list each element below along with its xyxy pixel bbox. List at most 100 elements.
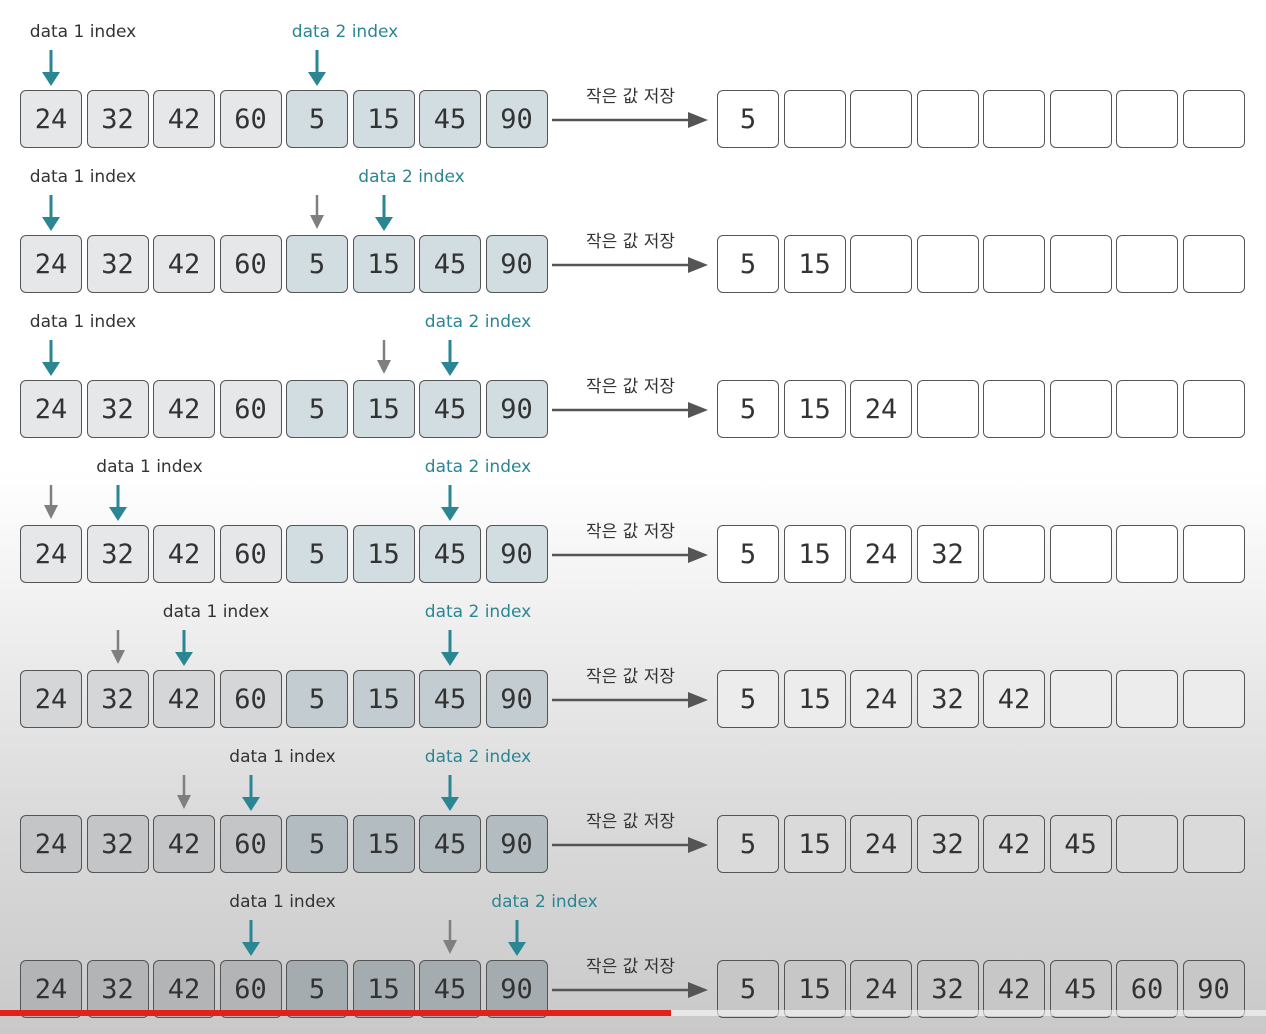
output-array-cell: 15 xyxy=(783,815,846,873)
output-array-cell xyxy=(1049,235,1112,293)
output-array-cell: 24 xyxy=(850,670,912,728)
output-array-cell: 15 xyxy=(783,525,846,583)
store-smaller-caption: 작은 값 저장 xyxy=(586,377,676,397)
output-array-cell: 15 xyxy=(783,235,846,293)
store-smaller-caption: 작은 값 저장 xyxy=(586,957,676,977)
output-array-cell xyxy=(1182,815,1245,873)
input-array-cell: 5 xyxy=(286,815,348,873)
merge-step-row: data 1 index data 2 index 24 32 42 60 5 15 45 90 작… xyxy=(0,0,1266,148)
input-array-cell: 5 xyxy=(286,380,348,438)
input-array-cell: 45 xyxy=(419,380,481,438)
right-arrow-icon xyxy=(552,837,708,853)
data1-pointer-icon xyxy=(42,50,60,86)
right-arrow-icon xyxy=(552,692,708,708)
output-array-cell xyxy=(1116,235,1178,293)
data1-pointer-icon xyxy=(175,630,193,666)
input-array-cell: 15 xyxy=(352,90,415,148)
input-array-cell: 42 xyxy=(153,815,215,873)
input-array-cell: 90 xyxy=(485,235,548,293)
data1-pointer-icon xyxy=(241,920,260,956)
merge-step-row: data 1 index data 2 index 24 32 42 60 5 15 45 90 작… xyxy=(0,870,1266,1018)
data2-index-label: data 2 index xyxy=(424,312,532,332)
output-array-cell xyxy=(850,90,912,148)
input-array-cell: 24 xyxy=(20,670,82,728)
output-array-cell xyxy=(1182,380,1245,438)
merge-step-row: data 1 index data 2 index 24 32 42 60 5 15 45 90 작… xyxy=(0,435,1266,583)
output-array-cell xyxy=(983,90,1045,148)
input-array-cell: 45 xyxy=(419,525,481,583)
input-array-cell: 60 xyxy=(219,90,282,148)
data1-index-label: data 1 index xyxy=(29,22,137,42)
video-progress-bar[interactable] xyxy=(0,1010,1266,1016)
output-array-cell xyxy=(1182,90,1245,148)
input-array-cell: 42 xyxy=(153,670,215,728)
merge-step-row: data 1 index data 2 index 24 32 42 60 5 15 45 90 작… xyxy=(0,580,1266,728)
data1-index-label: data 1 index xyxy=(229,892,336,912)
input-array-cell: 42 xyxy=(153,90,215,148)
store-smaller-caption: 작은 값 저장 xyxy=(586,667,676,687)
data2-index-label: data 2 index xyxy=(424,747,532,767)
right-arrow-icon xyxy=(552,402,708,418)
merge-step-row: data 1 index data 2 index 24 32 42 60 5 15 45 90 작… xyxy=(0,725,1266,873)
output-array-cell xyxy=(1116,670,1178,728)
output-array-cell: 5 xyxy=(717,525,779,583)
output-array-cell: 5 xyxy=(717,380,779,438)
output-array-cell xyxy=(1182,235,1245,293)
input-array-cell: 32 xyxy=(86,670,149,728)
data1-index-label: data 1 index xyxy=(29,312,137,332)
data1-index-label: data 1 index xyxy=(162,602,270,622)
output-array-cell xyxy=(983,380,1045,438)
input-array-cell: 24 xyxy=(20,380,82,438)
input-array-cell: 42 xyxy=(153,235,215,293)
input-array-cell: 24 xyxy=(20,90,82,148)
output-array-cell: 45 xyxy=(1049,815,1112,873)
output-array-cell: 42 xyxy=(983,815,1045,873)
previous-pointer-icon xyxy=(376,340,391,374)
input-array-cell: 60 xyxy=(219,670,282,728)
output-array-cell: 5 xyxy=(717,670,779,728)
output-array-cell xyxy=(916,235,979,293)
input-array-cell: 45 xyxy=(419,815,481,873)
output-array-cell xyxy=(1182,670,1245,728)
data1-index-label: data 1 index xyxy=(29,167,137,187)
data1-pointer-icon xyxy=(42,340,60,376)
right-arrow-icon xyxy=(552,112,708,128)
data2-index-label: data 2 index xyxy=(358,167,465,187)
output-array-cell xyxy=(1116,815,1178,873)
previous-pointer-icon xyxy=(44,485,58,519)
input-array-cell: 90 xyxy=(485,380,548,438)
output-array-cell: 15 xyxy=(783,670,846,728)
output-array-cell: 32 xyxy=(916,670,979,728)
data2-pointer-icon xyxy=(441,485,459,521)
input-array-cell: 90 xyxy=(485,525,548,583)
output-array-cell: 24 xyxy=(850,525,912,583)
right-arrow-icon xyxy=(552,982,708,998)
output-array-cell: 15 xyxy=(783,380,846,438)
data1-index-label: data 1 index xyxy=(96,457,203,477)
input-array-cell: 60 xyxy=(219,815,282,873)
output-array-cell xyxy=(983,235,1045,293)
output-array-cell xyxy=(916,380,979,438)
input-array-cell: 42 xyxy=(153,380,215,438)
output-array-cell: 5 xyxy=(717,90,779,148)
input-array-cell: 15 xyxy=(352,670,415,728)
input-array-cell: 15 xyxy=(352,815,415,873)
input-array-cell: 90 xyxy=(485,670,548,728)
output-array-cell xyxy=(1182,525,1245,583)
merge-step-row: data 1 index data 2 index 24 32 42 60 5 15 45 90 작… xyxy=(0,290,1266,438)
input-array-cell: 32 xyxy=(86,235,149,293)
right-arrow-icon xyxy=(552,547,708,563)
data2-pointer-icon xyxy=(441,340,459,376)
previous-pointer-icon xyxy=(110,630,125,664)
store-smaller-caption: 작은 값 저장 xyxy=(586,522,676,542)
right-arrow-icon xyxy=(552,257,708,273)
input-array-cell: 15 xyxy=(352,235,415,293)
input-array-cell: 15 xyxy=(352,525,415,583)
data2-pointer-icon xyxy=(507,920,526,956)
input-array-cell: 24 xyxy=(20,235,82,293)
input-array-cell: 5 xyxy=(286,90,348,148)
input-array-cell: 32 xyxy=(86,525,149,583)
data2-pointer-icon xyxy=(308,50,326,86)
store-smaller-caption: 작은 값 저장 xyxy=(586,812,676,832)
data2-pointer-icon xyxy=(441,630,459,666)
